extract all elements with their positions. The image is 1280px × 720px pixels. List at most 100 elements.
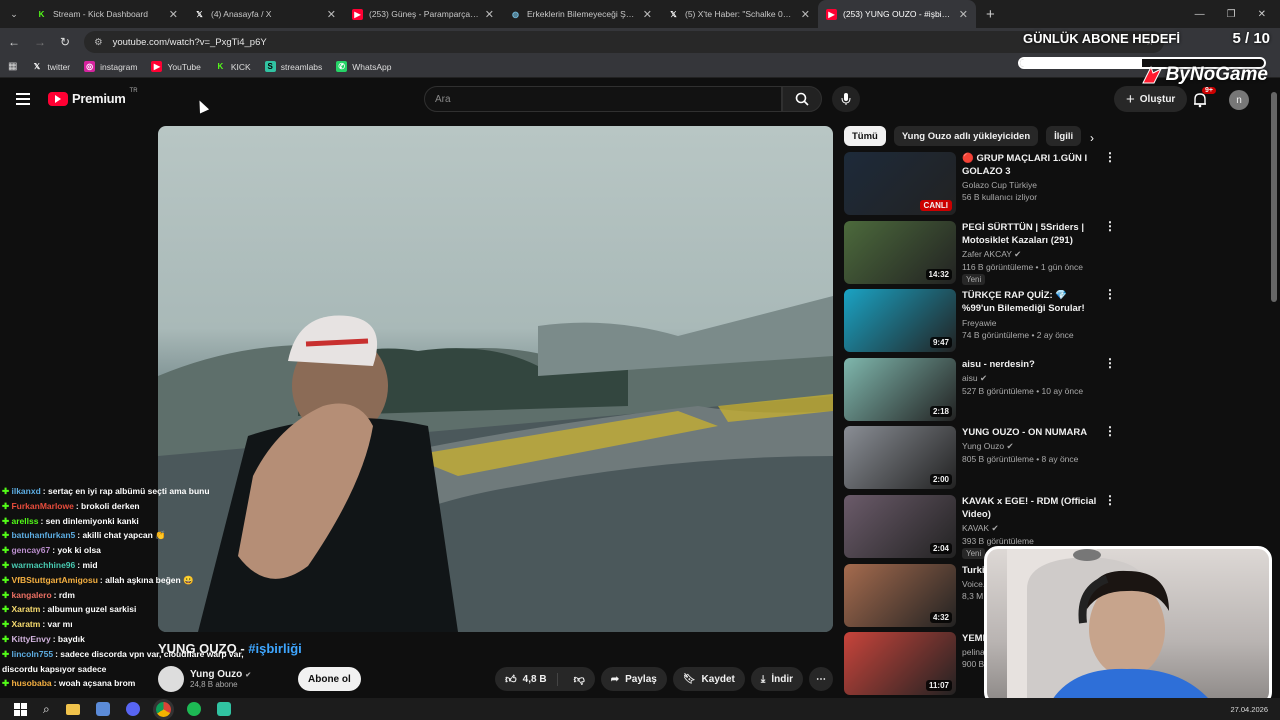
voice-search-button[interactable] (832, 86, 860, 112)
close-icon[interactable]: ✕ (959, 8, 968, 21)
dislike-button[interactable]: 👎︎ (564, 673, 595, 686)
logo-region-badge: TR (129, 88, 138, 94)
chat-text: sertaç en iyi rap albümü seçti ama bunu (47, 486, 210, 496)
avatar-letter: n (1236, 94, 1242, 106)
like-button[interactable]: 👍︎ 4,8 B (495, 672, 558, 686)
bookmark-item[interactable]: Sstreamlabs (264, 61, 322, 72)
more-options-icon[interactable]: ⋮ (1104, 220, 1116, 285)
recommendation-title[interactable]: YUNG OUZO - ON NUMARA (962, 426, 1098, 439)
chat-username: Xaratm (11, 604, 41, 615)
bookmark-item[interactable]: K KICK (215, 61, 250, 72)
spotify-icon[interactable] (186, 702, 201, 716)
recommendation-title[interactable]: PEGİ SÜRTTÜN | 5Sriders | Motosiklet Kaz… (962, 221, 1098, 247)
create-button[interactable]: + Oluştur (1114, 86, 1188, 112)
youtube-logo[interactable]: Premium TR (48, 88, 138, 106)
minimize-button[interactable]: — (1195, 9, 1205, 20)
more-options-icon[interactable]: ⋮ (1104, 357, 1116, 422)
video-thumbnail[interactable]: 2:04 (844, 495, 956, 558)
recommendation-title[interactable]: TÜRKÇE RAP QUİZ: 💎 %99'un Bilemediği Sor… (962, 289, 1098, 316)
browser-tab[interactable]: K Stream - Kick Dashboard ✕ (28, 0, 186, 28)
close-icon[interactable]: ✕ (801, 8, 810, 21)
app-icon[interactable] (95, 702, 110, 716)
video-thumbnail[interactable]: 2:18 (844, 357, 956, 421)
filter-chip[interactable]: Tümü (844, 126, 886, 146)
recommendation-item[interactable]: 2:00 YUNG OUZO - ON NUMARA Yung Ouzo ✔ 805 … (844, 425, 1116, 490)
video-thumbnail[interactable]: 2:00 (844, 426, 956, 490)
address-bar[interactable]: ⚙ youtube.com/watch?v=_PxgTi4_p6Y ☆ (84, 31, 1165, 53)
taskbar-date: 27.04.2026 (1230, 704, 1268, 714)
chat-username: batuhanfurkan5 (11, 530, 76, 541)
save-button[interactable]: 🔖︎ Kaydet (672, 667, 745, 691)
maximize-button[interactable]: ❐ (1227, 9, 1236, 20)
recommendation-channel[interactable]: Yung Ouzo (962, 441, 1004, 451)
streamlabs-icon[interactable] (216, 702, 231, 716)
browser-tab[interactable]: 𝕏 (4) Anasayfa / X ✕ (186, 0, 344, 28)
bookmark-item[interactable]: ✆ WhatsApp (336, 61, 392, 72)
bookmark-item[interactable]: 𝕏twitter (31, 61, 70, 72)
back-icon[interactable]: ← (8, 35, 20, 49)
recommendation-channel[interactable]: Freyawie (962, 318, 996, 328)
recommendation-item[interactable]: 14:32 PEGİ SÜRTTÜN | 5Sriders | Motosikle… (844, 220, 1116, 285)
bookmark-item[interactable]: ▶ YouTube (151, 61, 201, 72)
chat-username: lincoln755 (11, 648, 54, 659)
notifications-button[interactable]: 9+ (1192, 87, 1216, 108)
video-thumbnail[interactable]: CANLI (844, 152, 956, 215)
share-button[interactable]: ➦ Paylaş (600, 667, 667, 691)
recommendation-title[interactable]: aisu - nerdesin? (962, 358, 1098, 371)
bookmark-item[interactable]: ◎ instagram (84, 61, 137, 72)
file-explorer-icon[interactable] (65, 703, 80, 715)
close-icon[interactable]: ✕ (643, 8, 652, 21)
search-button[interactable] (782, 86, 822, 112)
recommendation-item[interactable]: CANLI 🔴 GRUP MAÇLARI 1.GÜN I GOLAZO 3 Gola… (844, 151, 1116, 216)
avatar[interactable]: n (1229, 90, 1249, 110)
page-scrollbar[interactable] (1271, 92, 1277, 302)
recommendation-item[interactable]: 9:47 TÜRKÇE RAP QUİZ: 💎 %99'un Bilemediği… (844, 288, 1116, 353)
filter-chip[interactable]: İlgili (1046, 126, 1082, 146)
close-icon[interactable]: ✕ (327, 8, 336, 21)
reload-icon[interactable]: ↻ (60, 35, 70, 49)
video-thumbnail[interactable]: 14:32 (844, 220, 956, 284)
close-window-button[interactable]: ✕ (1258, 9, 1266, 20)
recommendation-item[interactable]: 2:18 aisu - nerdesin? aisu ✔ 527 B görüntül… (844, 357, 1116, 422)
recommendation-title[interactable]: 🔴 GRUP MAÇLARI 1.GÜN I GOLAZO 3 (962, 152, 1098, 178)
chrome-icon[interactable] (155, 701, 171, 717)
start-windows-icon[interactable] (14, 702, 27, 716)
recommendation-channel[interactable]: KAVAK (962, 523, 989, 533)
more-actions-button[interactable]: ⋯ (809, 667, 833, 691)
browser-tab[interactable]: 𝕏 (5) X'te Haber: "Schalke 04'ün ✕ (660, 0, 818, 28)
chat-username: husobaba (11, 678, 52, 689)
new-tab-button[interactable]: + (986, 6, 995, 23)
download-button[interactable]: ⤓ İndir (750, 667, 803, 691)
close-icon[interactable]: ✕ (169, 8, 178, 21)
recommendation-channel[interactable]: Zafer AKCAY (962, 249, 1012, 259)
more-options-icon[interactable]: ⋮ (1104, 425, 1116, 490)
subscribe-button[interactable]: Abone ol (298, 667, 361, 691)
recommendation-channel[interactable]: aisu (962, 373, 978, 383)
duration-badge: 9:47 (929, 337, 952, 349)
close-icon[interactable]: ✕ (485, 8, 494, 21)
video-thumbnail[interactable]: 11:07 (844, 632, 956, 696)
browser-tab[interactable]: ▶ (253) Güneş - Paramparça (Offi ✕ (344, 0, 502, 28)
browser-tab[interactable]: ▶ (253) YUNG OUZO - #işbirliği ✕ (818, 0, 976, 28)
chips-next-icon[interactable]: › (1090, 131, 1094, 145)
video-thumbnail[interactable]: 4:32 (844, 563, 956, 627)
filter-chip[interactable]: Yung Ouzo adlı yükleyiciden (893, 126, 1039, 146)
video-thumbnail[interactable]: 9:47 (844, 289, 956, 353)
chat-username: gencay67 (11, 545, 51, 556)
chat-text: rdm (58, 589, 75, 600)
recommendation-title[interactable]: KAVAK x EGE! - RDM (Official Video) (962, 495, 1098, 521)
browser-tab[interactable]: ◍ Erkeklerin Bilemeyeceği Şeyler ✕ (502, 0, 660, 28)
more-options-icon[interactable]: ⋮ (1104, 288, 1116, 353)
recommendation-channel[interactable]: Golazo Cup Türkiye (962, 180, 1037, 190)
menu-icon[interactable] (16, 93, 30, 105)
discord-icon[interactable] (125, 702, 140, 716)
chat-message: ✚ batuhanfurkan5: akilli chat yapcan 👏 (2, 528, 262, 543)
more-options-icon[interactable]: ⋮ (1104, 151, 1116, 216)
site-info-icon[interactable]: ⚙ (94, 37, 103, 48)
apps-grid-icon[interactable]: ▦ (8, 61, 17, 72)
forward-icon[interactable]: → (34, 35, 46, 49)
verified-icon: ✔ (991, 523, 999, 533)
search-input[interactable]: Ara (424, 86, 782, 112)
tab-search-button[interactable]: ⌄ (0, 9, 28, 20)
taskbar-search-icon[interactable]: ⌕ (43, 702, 50, 717)
